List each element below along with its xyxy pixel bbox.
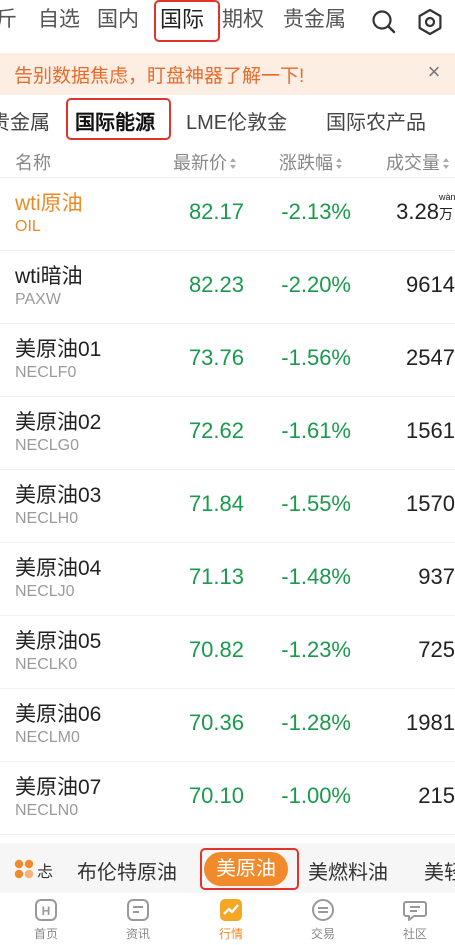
row-volume: 3.28 wàn 万	[396, 192, 455, 224]
table-row[interactable]: 美原油07 NECLN0 70.10 -1.00% 215	[0, 762, 455, 835]
table-row[interactable]: 美原油02 NECLG0 72.62 -1.61% 1561	[0, 397, 455, 470]
row-name: 美原油06	[15, 703, 102, 726]
row-name: 美原油03	[15, 484, 102, 507]
row-price: 82.17	[188, 199, 244, 224]
row-code: NECLM0	[15, 729, 80, 746]
trade-icon	[312, 899, 334, 921]
row-code: NECLK0	[15, 656, 78, 673]
row-volume: 937	[418, 564, 455, 589]
row-name: 美原油01	[15, 338, 102, 361]
row-change: -1.00%	[281, 783, 351, 808]
table-row[interactable]: 美原油01 NECLF0 73.76 -1.56% 2547	[0, 324, 455, 397]
row-price: 70.82	[188, 637, 244, 662]
svg-text:H: H	[42, 904, 51, 918]
highlight-box	[66, 98, 171, 140]
category-subtabs: 贵金属 国际能源 LME伦敦金 国际农产品	[0, 96, 455, 144]
row-change: -2.20%	[281, 272, 351, 297]
table-row[interactable]: wti暗油 PAXW 82.23 -2.20% 9614	[0, 251, 455, 324]
nav-news[interactable]: 资讯	[108, 897, 168, 942]
settings-icon[interactable]	[416, 8, 444, 36]
highlight-box	[200, 848, 299, 890]
highlight-box	[154, 0, 220, 42]
header-change-sort[interactable]: 涨跌幅	[279, 149, 343, 175]
row-code: NECLN0	[15, 802, 79, 819]
table-row[interactable]: 美原油04 NECLJ0 71.13 -1.48% 937	[0, 543, 455, 616]
row-price: 82.23	[188, 272, 244, 297]
cattab-brent-crude[interactable]: 布伦特原油	[77, 856, 177, 885]
tab-options[interactable]: 期权	[222, 4, 264, 36]
row-code: OIL	[15, 218, 41, 235]
row-change: -1.48%	[281, 564, 351, 589]
promo-banner[interactable]: 告别数据焦虑，盯盘神器了解一下! ×	[0, 53, 455, 95]
banner-text: 告别数据焦虑，盯盘神器了解一下!	[14, 66, 305, 87]
table-row[interactable]: 美原油05 NECLK0 70.82 -1.23% 725	[0, 616, 455, 689]
sort-icon	[230, 158, 237, 170]
tab-domestic[interactable]: 国内	[97, 4, 139, 36]
row-volume: 1561	[406, 418, 455, 443]
market-top-tabs: 斤 自选 国内 国际 期权 贵金属	[0, 0, 455, 44]
row-code: NECLF0	[15, 364, 77, 381]
header-price-sort[interactable]: 最新价	[173, 149, 237, 175]
nav-community[interactable]: 社区	[385, 897, 445, 942]
row-volume: 215	[418, 783, 455, 808]
row-price: 72.62	[188, 418, 244, 443]
row-volume: 9614	[406, 272, 455, 297]
row-price: 70.36	[188, 710, 244, 735]
table-row[interactable]: wti原油 OIL 82.17 -2.13% 3.28 wàn 万	[0, 178, 455, 251]
table-header: 名称 最新价 涨跌幅 成交量	[0, 144, 455, 178]
header-name: 名称	[15, 153, 51, 173]
subtab-lme-gold[interactable]: LME伦敦金	[186, 106, 287, 135]
tab-watchlist[interactable]: 自选	[38, 4, 80, 36]
sort-icon	[336, 158, 343, 170]
row-volume: 1981	[406, 710, 455, 735]
tab-precious-metals[interactable]: 贵金属	[283, 4, 346, 36]
row-change: -1.28%	[281, 710, 351, 735]
tab-partial[interactable]: 斤	[0, 4, 17, 36]
row-change: -1.61%	[281, 418, 351, 443]
table-row[interactable]: 美原油03 NECLH0 71.84 -1.55% 1570	[0, 470, 455, 543]
row-price: 71.84	[188, 491, 244, 516]
product-category-tabs: 忐 布伦特原油 美原油 美燃料油 美轻	[0, 843, 455, 893]
row-price: 73.76	[188, 345, 244, 370]
news-icon	[127, 899, 149, 921]
nav-market[interactable]: 行情	[201, 897, 261, 942]
cattab-partial: 忐	[37, 864, 54, 881]
header-volume-sort[interactable]: 成交量	[386, 149, 450, 175]
row-name: 美原油02	[15, 411, 102, 434]
row-name: 美原油04	[15, 557, 102, 580]
row-name: wti原油	[15, 192, 83, 215]
sort-icon	[443, 158, 450, 170]
cattab-partial-right[interactable]: 美轻	[424, 856, 455, 885]
close-icon[interactable]: ×	[421, 59, 447, 85]
subtab-precious-metals[interactable]: 贵金属	[0, 106, 50, 135]
subtab-intl-agri[interactable]: 国际农产品	[326, 106, 426, 135]
row-name: 美原油05	[15, 630, 102, 653]
row-change: -1.56%	[281, 345, 351, 370]
bottom-navigation: H 首页 资讯 行情 交易 社区	[0, 893, 455, 945]
row-name: wti暗油	[15, 265, 83, 288]
row-change: -2.13%	[281, 199, 351, 224]
nav-home[interactable]: H 首页	[16, 897, 76, 942]
home-icon: H	[35, 899, 57, 921]
row-change: -1.55%	[281, 491, 351, 516]
grid-menu-icon[interactable]	[13, 858, 35, 880]
row-change: -1.23%	[281, 637, 351, 662]
row-code: NECLG0	[15, 437, 80, 454]
row-code: NECLJ0	[15, 583, 75, 600]
nav-trade[interactable]: 交易	[293, 897, 353, 942]
row-price: 70.10	[188, 783, 244, 808]
search-icon[interactable]	[370, 8, 398, 36]
row-price: 71.13	[188, 564, 244, 589]
cattab-us-fuel-oil[interactable]: 美燃料油	[308, 856, 388, 885]
row-volume: 725	[418, 637, 455, 662]
row-volume: 1570	[406, 491, 455, 516]
community-icon	[403, 901, 427, 921]
row-code: PAXW	[15, 291, 61, 308]
row-code: NECLH0	[15, 510, 79, 527]
market-icon	[220, 899, 242, 921]
row-volume: 2547	[406, 345, 455, 370]
table-row[interactable]: 美原油06 NECLM0 70.36 -1.28% 1981	[0, 689, 455, 762]
row-name: 美原油07	[15, 776, 102, 799]
